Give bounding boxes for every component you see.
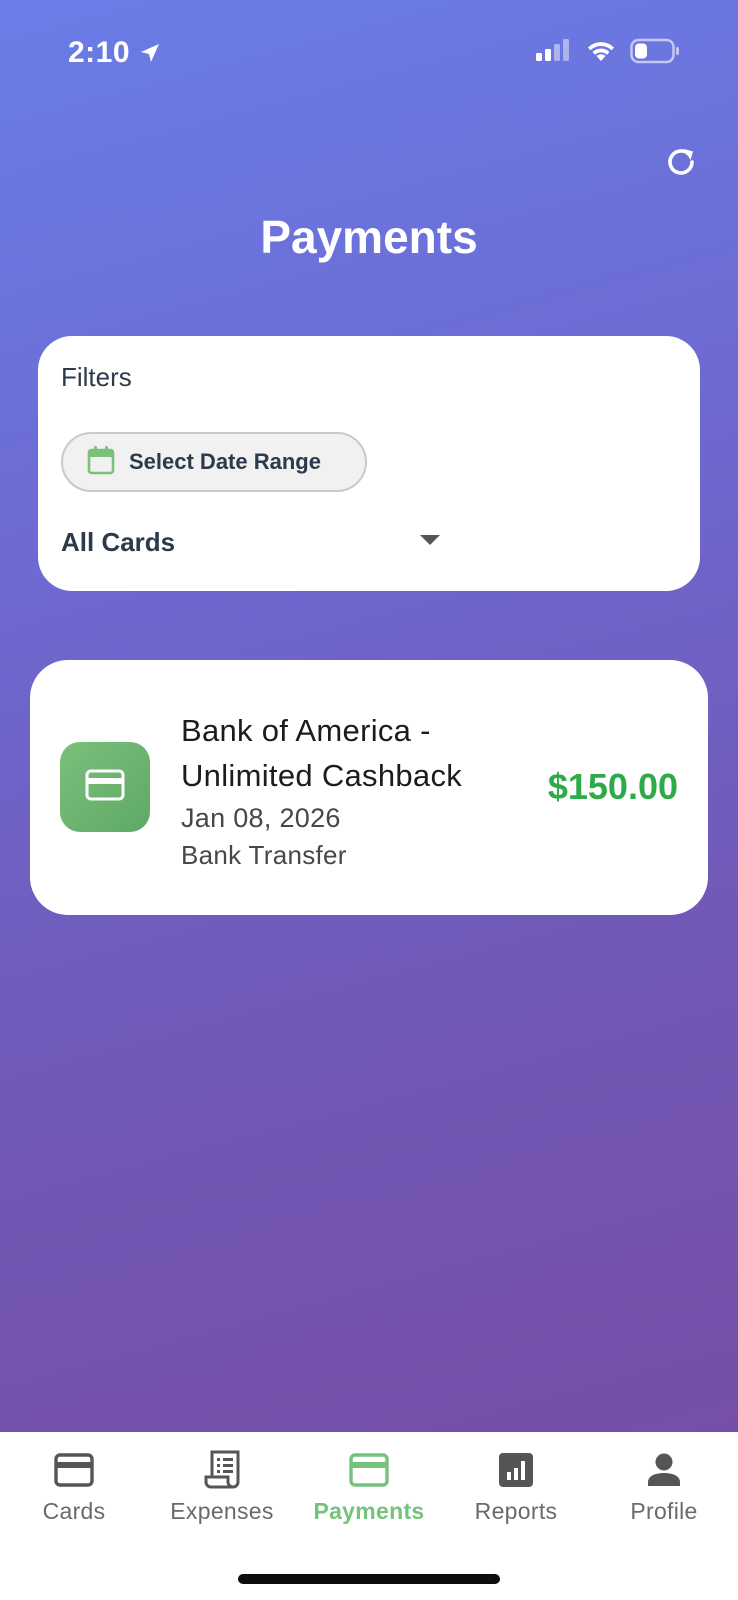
status-icons: [536, 38, 680, 64]
payment-info: Bank of America - Unlimited Cashback Jan…: [181, 708, 511, 874]
battery-icon: [630, 38, 680, 64]
card-filter-value: All Cards: [61, 526, 176, 557]
tab-profile[interactable]: Profile: [590, 1450, 738, 1525]
refresh-button[interactable]: [662, 143, 700, 181]
status-time-text: 2:10: [68, 36, 131, 69]
payment-amount: $150.00: [547, 766, 678, 807]
page-title: Payments: [260, 211, 478, 263]
tab-cards[interactable]: Cards: [0, 1450, 148, 1525]
refresh-icon: [662, 149, 700, 185]
payment-card-name: Bank of America - Unlimited Cashback: [181, 713, 463, 793]
tab-reports[interactable]: Reports: [442, 1450, 590, 1525]
status-time: 2:10: [68, 36, 162, 70]
select-date-range-label: Select Date Range: [129, 449, 321, 474]
credit-card-icon: [54, 1450, 94, 1490]
status-bar: 2:10: [0, 0, 738, 110]
location-arrow-icon: [138, 41, 162, 65]
credit-card-icon: [85, 769, 125, 806]
filters-title: Filters: [61, 362, 132, 392]
card-filter-select[interactable]: All Cards: [61, 520, 441, 564]
select-date-range-button[interactable]: Select Date Range: [61, 432, 367, 492]
receipt-icon: [204, 1450, 240, 1490]
person-icon: [646, 1450, 682, 1490]
tab-reports-label: Reports: [474, 1498, 558, 1524]
cellular-signal-icon: [536, 39, 572, 63]
bar-chart-icon: [498, 1450, 534, 1490]
payment-list-item[interactable]: Bank of America - Unlimited Cashback Jan…: [30, 660, 708, 915]
wifi-icon: [586, 39, 616, 63]
tab-payments-label: Payments: [313, 1498, 425, 1524]
payment-date: Jan 08, 2026: [181, 803, 341, 833]
caret-down-icon: [419, 533, 441, 552]
tab-expenses-label: Expenses: [170, 1498, 274, 1524]
home-indicator: [238, 1574, 500, 1584]
tab-payments[interactable]: Payments: [295, 1450, 443, 1525]
payment-card-icon: [60, 742, 150, 832]
calendar-icon: [87, 445, 115, 480]
tab-profile-label: Profile: [630, 1498, 698, 1524]
credit-card-icon: [349, 1450, 389, 1490]
tab-expenses[interactable]: Expenses: [148, 1450, 296, 1525]
payment-method: Bank Transfer: [181, 840, 347, 870]
tab-cards-label: Cards: [42, 1498, 106, 1524]
filters-card: Filters Select Date Range All Cards: [38, 336, 700, 591]
